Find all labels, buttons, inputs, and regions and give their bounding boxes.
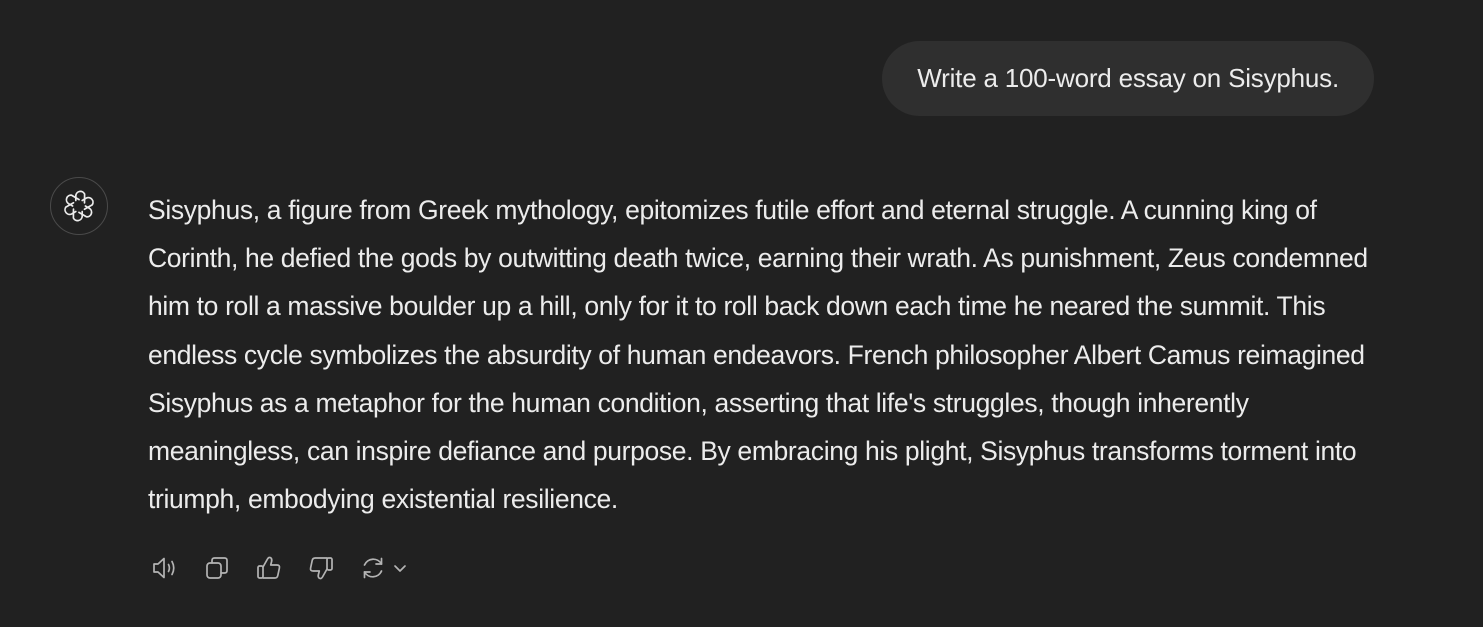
bad-response-button[interactable] (304, 548, 338, 588)
copy-icon (206, 557, 228, 579)
thumbs-down-icon (309, 557, 333, 580)
chevron-down-icon (394, 565, 406, 572)
copy-button[interactable] (200, 548, 234, 588)
speaker-icon (153, 557, 175, 579)
regenerate-button[interactable] (356, 548, 409, 588)
thumbs-up-icon (257, 556, 281, 579)
assistant-avatar (50, 177, 108, 235)
good-response-button[interactable] (252, 548, 286, 588)
user-message-text: Write a 100-word essay on Sisyphus. (917, 63, 1339, 93)
openai-logo-icon (64, 190, 94, 222)
assistant-response-text: Sisyphus, a figure from Greek mythology,… (148, 195, 1368, 515)
regenerate-icon (363, 557, 383, 579)
user-message-bubble: Write a 100-word essay on Sisyphus. (882, 41, 1374, 116)
response-action-bar (148, 548, 427, 588)
read-aloud-button[interactable] (148, 548, 182, 588)
